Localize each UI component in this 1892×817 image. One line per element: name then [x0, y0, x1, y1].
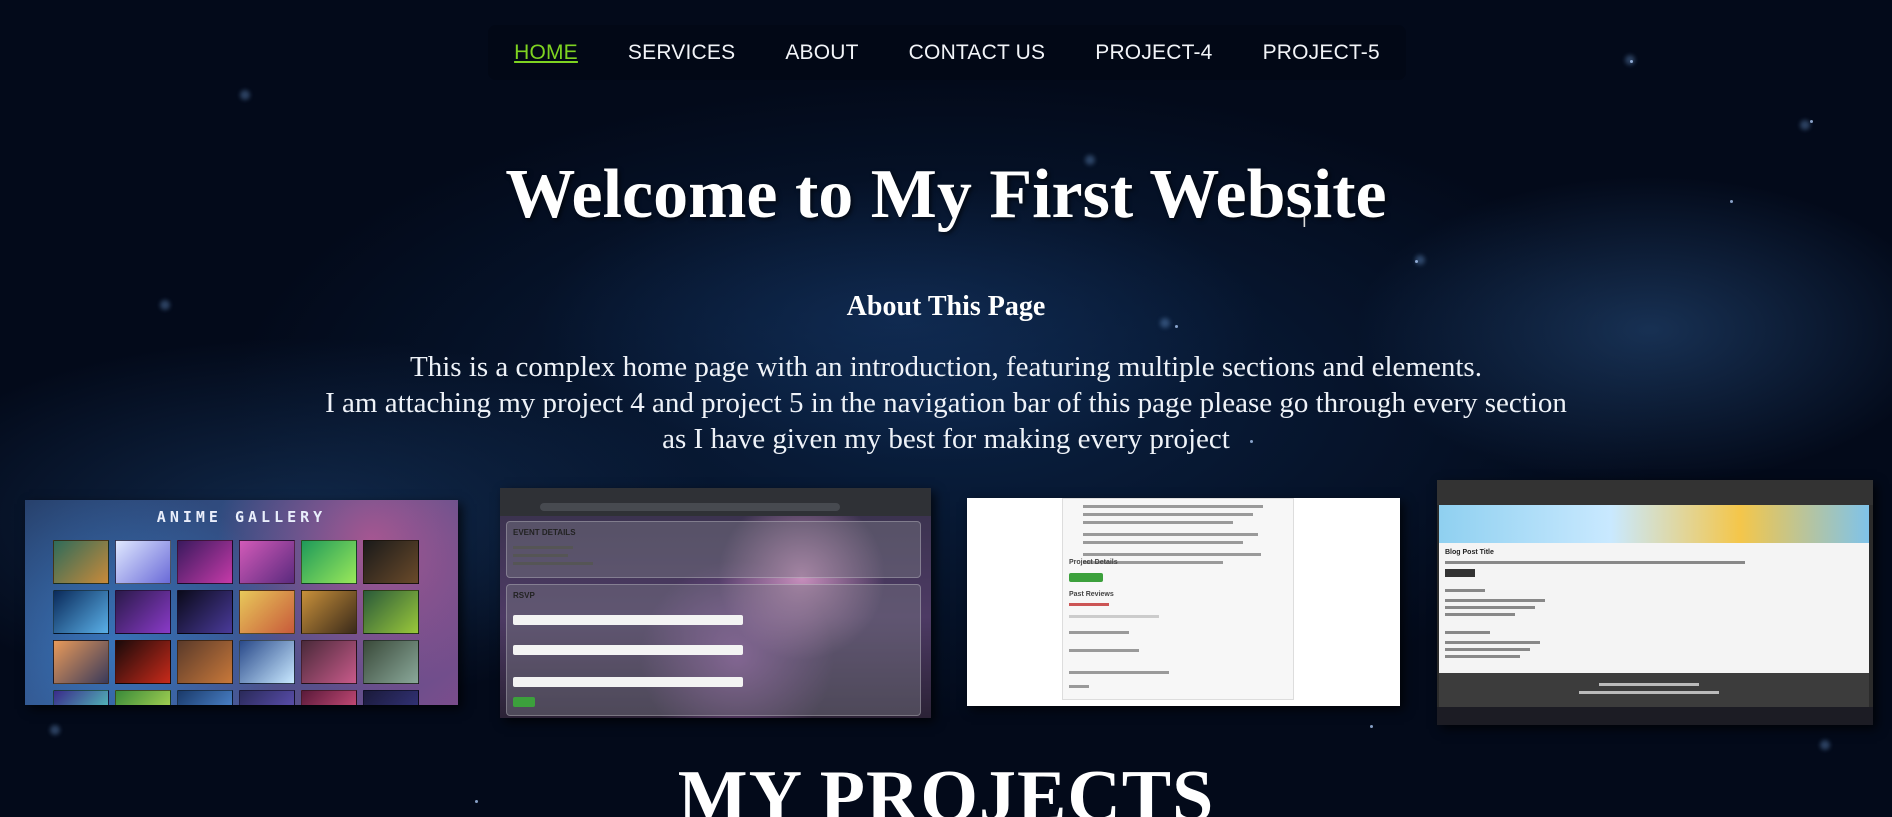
section-label: Past Reviews — [1069, 591, 1114, 598]
projects-heading: MY PROJECTS — [677, 756, 1215, 817]
green-button — [1069, 573, 1103, 582]
gallery-image — [115, 690, 171, 705]
gallery-image — [53, 590, 109, 634]
star-decoration — [50, 725, 60, 735]
about-line-2: I am attaching my project 4 and project … — [325, 387, 1567, 455]
event-details-card: EVENT DETAILS — [506, 521, 921, 578]
gallery-image — [115, 640, 171, 684]
guests-field — [513, 677, 743, 687]
submit-button — [513, 697, 535, 707]
star-decoration — [1800, 120, 1810, 130]
gallery-image — [53, 540, 109, 584]
star-decoration — [1630, 60, 1633, 63]
blog-post-title: Blog Post Title — [1445, 549, 1494, 556]
name-field — [513, 615, 743, 625]
card-label: RSVP — [513, 591, 535, 600]
about-line-1: This is a complex home page with an intr… — [410, 351, 1482, 383]
blog-body: Blog Post Title — [1439, 543, 1869, 673]
nav-project-4[interactable]: PROJECT-4 — [1070, 41, 1237, 65]
browser-chrome — [500, 488, 931, 516]
nav-project-5[interactable]: PROJECT-5 — [1238, 41, 1405, 65]
project-thumbnail-event-rsvp[interactable]: EVENT DETAILS RSVP — [500, 488, 931, 718]
project-thumbnail-anime-gallery[interactable]: ANIME GALLERY — [25, 500, 458, 705]
nav-home[interactable]: HOME — [489, 41, 603, 65]
blog-footer — [1439, 673, 1869, 707]
star-decoration — [1810, 120, 1813, 123]
card-label: EVENT DETAILS — [513, 528, 576, 537]
gallery-image — [301, 640, 357, 684]
text-cursor-icon: I — [1302, 212, 1307, 231]
gallery-image — [363, 540, 419, 584]
page-title: Welcome to My First Website — [505, 156, 1387, 233]
rsvp-form-card: RSVP — [506, 584, 921, 716]
gallery-image — [239, 540, 295, 584]
gallery-image — [239, 640, 295, 684]
star-decoration — [1370, 725, 1373, 728]
document-page: Project Details Past Reviews — [1062, 498, 1294, 700]
star-decoration — [1820, 740, 1830, 750]
gallery-image — [363, 590, 419, 634]
gallery-image — [177, 540, 233, 584]
taskbar — [1437, 707, 1873, 725]
thumbnail-background: EVENT DETAILS RSVP — [500, 516, 931, 718]
nav-about[interactable]: ABOUT — [760, 41, 883, 65]
gallery-image — [177, 590, 233, 634]
page-background: HOME SERVICES ABOUT CONTACT US PROJECT-4… — [0, 0, 1892, 817]
gallery-image — [53, 690, 109, 705]
project-thumbnail-document[interactable]: Project Details Past Reviews — [967, 498, 1400, 706]
gallery-image — [301, 590, 357, 634]
email-field — [513, 645, 743, 655]
star-decoration — [1175, 325, 1178, 328]
gallery-image — [239, 590, 295, 634]
nav-services[interactable]: SERVICES — [603, 41, 760, 65]
star-decoration — [1415, 260, 1418, 263]
gallery-image — [53, 640, 109, 684]
browser-chrome — [1437, 480, 1873, 505]
nav-contact-us[interactable]: CONTACT US — [884, 41, 1071, 65]
gallery-image — [301, 690, 357, 705]
star-decoration — [240, 90, 250, 100]
gallery-image — [177, 640, 233, 684]
blog-banner-image — [1439, 505, 1869, 543]
section-label: Project Details — [1069, 559, 1118, 566]
about-heading: About This Page — [846, 291, 1046, 322]
main-navigation: HOME SERVICES ABOUT CONTACT US PROJECT-4… — [488, 25, 1406, 80]
gallery-image — [363, 690, 419, 705]
project-thumbnail-blog[interactable]: Blog Post Title — [1437, 480, 1873, 725]
gallery-image — [301, 540, 357, 584]
gallery-grid — [53, 540, 419, 705]
about-paragraph: This is a complex home page with an intr… — [320, 349, 1572, 457]
gallery-image — [363, 640, 419, 684]
gallery-image — [115, 540, 171, 584]
gallery-image — [115, 590, 171, 634]
gallery-image — [239, 690, 295, 705]
thumbnail-title: ANIME GALLERY — [156, 508, 327, 526]
gallery-image — [177, 690, 233, 705]
